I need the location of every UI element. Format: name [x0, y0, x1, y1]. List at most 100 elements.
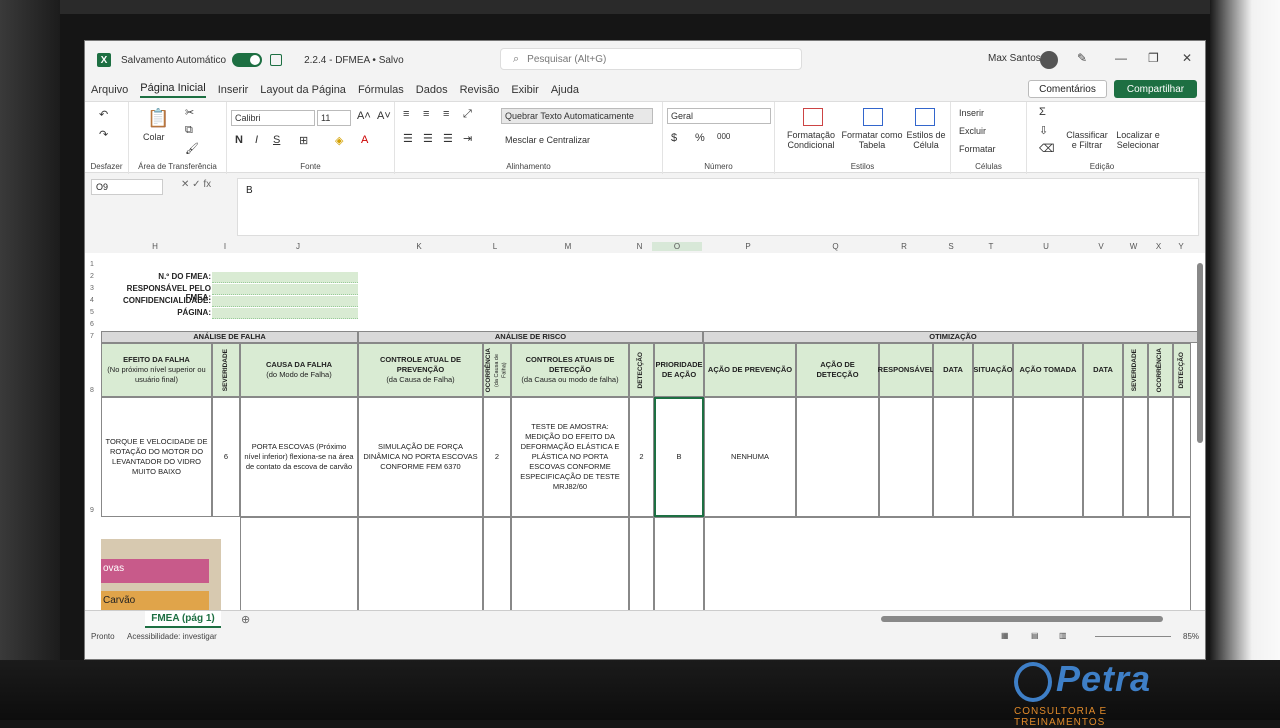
cell-empty[interactable]: [483, 517, 511, 610]
col-w[interactable]: W: [1121, 242, 1146, 251]
cut-icon[interactable]: ✂: [185, 106, 194, 119]
vertical-scrollbar[interactable]: [1197, 263, 1203, 443]
cell-causa[interactable]: PORTA ESCOVAS (Próximo nível inferior) f…: [240, 397, 358, 517]
menu-exibir[interactable]: Exibir: [511, 84, 539, 96]
fill-icon[interactable]: ⇩: [1039, 124, 1048, 137]
font-color-icon[interactable]: A: [361, 134, 368, 146]
menu-pagina-inicial[interactable]: Página Inicial: [140, 82, 206, 98]
thousands-icon[interactable]: 000: [717, 132, 730, 141]
font-size-select[interactable]: 11: [317, 110, 351, 126]
name-box[interactable]: O9: [91, 179, 163, 195]
close-icon[interactable]: ✕: [1182, 51, 1192, 65]
autosum-icon[interactable]: Σ: [1039, 106, 1046, 118]
insert-cells-button[interactable]: Inserir: [959, 108, 984, 118]
formula-input[interactable]: B: [237, 178, 1199, 236]
redo-icon[interactable]: ↷: [99, 128, 108, 141]
fill-color-icon[interactable]: ◈: [335, 134, 343, 147]
align-bottom-icon[interactable]: ≡: [443, 108, 449, 120]
cell-deteccao[interactable]: 2: [629, 397, 654, 517]
paste-label[interactable]: Colar: [143, 132, 165, 142]
sort-filter-button[interactable]: Classificar e Filtrar: [1065, 130, 1109, 150]
indent-icon[interactable]: ⇥: [463, 132, 472, 145]
grow-font-icon[interactable]: A˄: [357, 110, 371, 122]
cell-styles-button[interactable]: Estilos de Célula: [903, 130, 949, 150]
cell-empty[interactable]: [358, 517, 483, 610]
align-left-icon[interactable]: ☰: [403, 132, 413, 145]
align-right-icon[interactable]: ☰: [443, 132, 453, 145]
cell-severidade-2[interactable]: [1123, 397, 1148, 517]
comments-button[interactable]: Comentários: [1028, 80, 1107, 98]
border-icon[interactable]: ⊞: [299, 134, 308, 147]
bold-icon[interactable]: N: [235, 134, 243, 146]
menu-layout[interactable]: Layout da Página: [260, 84, 346, 96]
col-k[interactable]: K: [357, 242, 481, 251]
menu-revisao[interactable]: Revisão: [460, 84, 500, 96]
italic-icon[interactable]: I: [255, 134, 258, 146]
cell-acao-deteccao[interactable]: [796, 397, 879, 517]
page-break-icon[interactable]: ▥: [1059, 631, 1067, 640]
cell-acao-prevencao[interactable]: NENHUMA: [704, 397, 796, 517]
clear-icon[interactable]: ⌫: [1039, 142, 1055, 155]
cell-acao-tomada[interactable]: [1013, 397, 1083, 517]
currency-icon[interactable]: $: [671, 132, 677, 144]
cell-deteccao-2[interactable]: [1173, 397, 1191, 517]
col-r[interactable]: R: [877, 242, 931, 251]
orientation-icon[interactable]: ⤢: [463, 108, 472, 121]
cell-empty[interactable]: [629, 517, 654, 610]
confidentiality-field[interactable]: [212, 296, 358, 307]
col-u[interactable]: U: [1011, 242, 1081, 251]
worksheet-grid[interactable]: 1 2 3 4 5 6 7 8 9 N.º DO FMEA: RESPONSÁV…: [85, 253, 1205, 610]
cell-data-2[interactable]: [1083, 397, 1123, 517]
format-table-button[interactable]: Formatar como Tabela: [841, 130, 903, 150]
autosave-toggle[interactable]: [232, 53, 263, 67]
col-i[interactable]: I: [211, 242, 239, 251]
menu-inserir[interactable]: Inserir: [218, 84, 249, 96]
col-j[interactable]: J: [239, 242, 357, 251]
col-h[interactable]: H: [99, 242, 211, 251]
pen-icon[interactable]: ✎: [1077, 51, 1087, 65]
add-sheet-icon[interactable]: ⊕: [241, 613, 250, 626]
page-layout-icon[interactable]: ▤: [1031, 631, 1039, 640]
align-center-icon[interactable]: ☰: [423, 132, 433, 145]
document-name[interactable]: 2.2.4 - DFMEA • Salvo: [304, 55, 404, 66]
zoom-slider[interactable]: [1095, 636, 1171, 637]
col-m[interactable]: M: [509, 242, 627, 251]
menu-formulas[interactable]: Fórmulas: [358, 84, 404, 96]
fmea-responsible-field[interactable]: [212, 284, 358, 295]
zoom-level[interactable]: 85%: [1183, 632, 1199, 641]
undo-icon[interactable]: ↶: [99, 108, 108, 121]
copy-icon[interactable]: ⧉: [185, 124, 193, 137]
col-q[interactable]: Q: [794, 242, 877, 251]
align-middle-icon[interactable]: ≡: [423, 108, 429, 120]
cell-empty[interactable]: [511, 517, 629, 610]
fx-icon[interactable]: ✕ ✓ fx: [181, 179, 211, 190]
restore-icon[interactable]: ❐: [1148, 51, 1159, 65]
col-y[interactable]: Y: [1171, 242, 1191, 251]
underline-icon[interactable]: S: [273, 134, 280, 146]
menu-arquivo[interactable]: Arquivo: [91, 84, 128, 96]
save-icon[interactable]: [270, 54, 283, 66]
format-painter-icon[interactable]: 🖌: [185, 142, 199, 155]
col-l[interactable]: L: [481, 242, 509, 251]
fmea-number-field[interactable]: [212, 272, 358, 283]
cell-prevencao[interactable]: SIMULAÇÃO DE FORÇA DINÂMICA NO PORTA ESC…: [358, 397, 483, 517]
col-v[interactable]: V: [1081, 242, 1121, 251]
horizontal-scrollbar[interactable]: [881, 616, 1163, 622]
cell-empty[interactable]: [704, 517, 1191, 610]
embedded-photo[interactable]: ovas Carvão: [101, 539, 221, 610]
cell-prioridade-selected[interactable]: B: [654, 397, 704, 517]
percent-icon[interactable]: %: [695, 132, 705, 144]
col-n[interactable]: N: [627, 242, 652, 251]
sheet-tab-fmea[interactable]: FMEA (pág 1): [145, 611, 221, 628]
format-table-icon[interactable]: [863, 108, 883, 126]
number-format-select[interactable]: Geral: [667, 108, 771, 124]
cell-responsavel[interactable]: [879, 397, 933, 517]
cell-data[interactable]: [933, 397, 973, 517]
align-top-icon[interactable]: ≡: [403, 108, 409, 120]
normal-view-icon[interactable]: ▦: [1001, 631, 1009, 640]
page-field[interactable]: [212, 308, 358, 319]
cell-efeito[interactable]: TORQUE E VELOCIDADE DE ROTAÇÃO DO MOTOR …: [101, 397, 212, 517]
find-select-button[interactable]: Localizar e Selecionar: [1111, 130, 1165, 150]
delete-cells-button[interactable]: Excluir: [959, 126, 986, 136]
share-button[interactable]: Compartilhar: [1114, 80, 1197, 98]
